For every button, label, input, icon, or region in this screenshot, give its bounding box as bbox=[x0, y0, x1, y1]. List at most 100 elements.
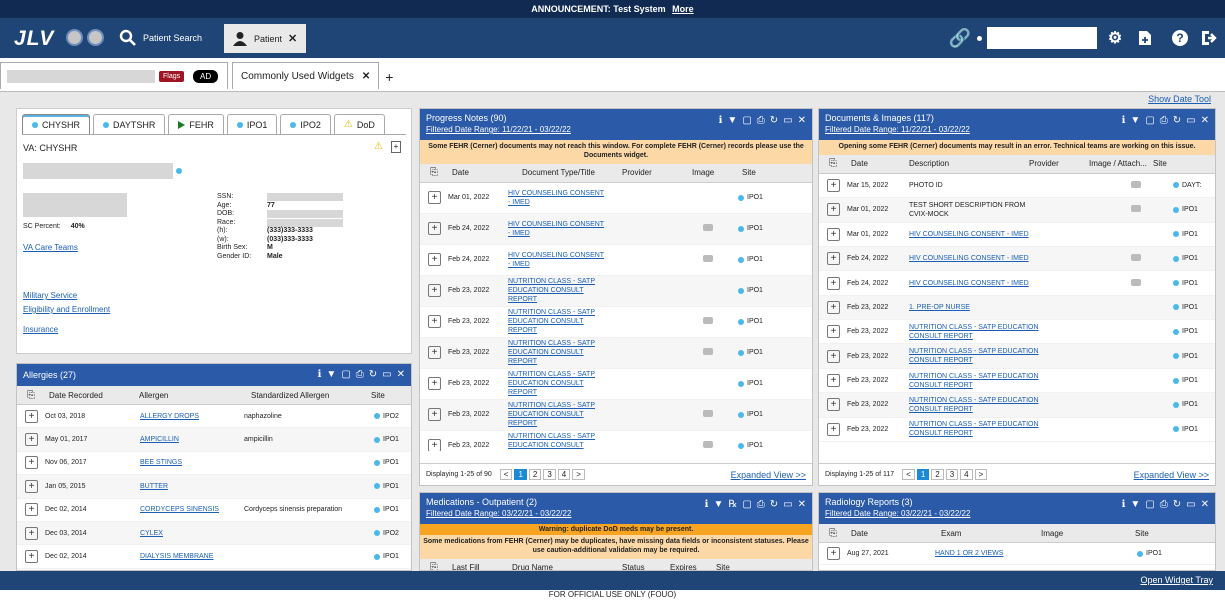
allergen-link[interactable]: DIALYSIS MEMBRANE bbox=[140, 553, 244, 560]
column-header[interactable]: Site bbox=[1131, 529, 1181, 538]
document-add-icon[interactable]: + bbox=[25, 479, 38, 493]
document-title-link[interactable]: HIV COUNSELING CONSENT - IMED bbox=[508, 251, 608, 269]
page-button[interactable]: 3 bbox=[945, 469, 959, 480]
tab-site-fehr[interactable]: FEHR bbox=[168, 114, 224, 134]
column-header[interactable]: Image bbox=[688, 168, 738, 177]
refresh-icon[interactable]: ↻ bbox=[369, 369, 377, 380]
document-title-link[interactable]: NUTRITION CLASS - SATP EDUCATION CONSULT… bbox=[508, 432, 608, 451]
filter-icon[interactable]: ▼ bbox=[1130, 499, 1140, 510]
copy-icon[interactable]: ▢ bbox=[341, 369, 350, 380]
document-add-icon[interactable]: + bbox=[827, 276, 840, 290]
column-header[interactable]: Image / Attach... bbox=[1085, 159, 1149, 168]
allergen-link[interactable]: BEE STINGS bbox=[140, 459, 244, 466]
document-add-icon[interactable]: + bbox=[25, 550, 38, 564]
medications-filter-link[interactable]: Filtered Date Range: 03/22/21 - 03/22/22 bbox=[426, 509, 806, 518]
announcement-more-link[interactable]: More bbox=[672, 4, 694, 14]
document-title-link[interactable]: NUTRITION CLASS - SATP EDUCATION CONSULT… bbox=[508, 370, 608, 397]
prev-page-button[interactable]: < bbox=[902, 469, 915, 480]
progress-notes-filter-link[interactable]: Filtered Date Range: 11/22/21 - 03/22/22 bbox=[426, 125, 806, 134]
document-add-icon[interactable]: + bbox=[827, 203, 840, 217]
column-select-icon[interactable]: ⎘ bbox=[420, 167, 448, 178]
page-button[interactable]: 2 bbox=[931, 469, 944, 480]
column-select-icon[interactable]: ⎘ bbox=[819, 528, 847, 539]
patient-link[interactable]: Eligibility and Enrollment bbox=[23, 305, 110, 314]
document-add-icon[interactable]: + bbox=[428, 284, 441, 297]
camera-icon[interactable] bbox=[1131, 205, 1141, 213]
document-add-icon[interactable]: + bbox=[827, 252, 840, 266]
column-header[interactable]: Exam bbox=[937, 529, 1037, 538]
patient-record-tab[interactable]: Flags AD bbox=[0, 62, 228, 89]
column-header[interactable]: Date bbox=[448, 168, 518, 177]
close-icon[interactable]: ✕ bbox=[1201, 115, 1209, 126]
page-button[interactable]: 1 bbox=[514, 469, 527, 480]
close-icon[interactable]: ✕ bbox=[397, 369, 405, 380]
info-icon[interactable]: ℹ bbox=[318, 369, 322, 380]
column-header[interactable]: Site bbox=[712, 563, 752, 570]
column-header[interactable]: Expires bbox=[666, 563, 712, 570]
patient-link[interactable]: Insurance bbox=[23, 325, 58, 334]
document-add-icon[interactable]: + bbox=[428, 377, 441, 390]
column-header[interactable]: Date bbox=[847, 529, 937, 538]
page-button[interactable]: 1 bbox=[916, 469, 930, 480]
close-icon[interactable]: ✕ bbox=[1201, 499, 1209, 510]
page-button[interactable]: 3 bbox=[543, 469, 556, 480]
column-header[interactable]: Description bbox=[905, 159, 1025, 168]
tab-site-daytshr[interactable]: DAYTSHR bbox=[93, 114, 166, 134]
description-cell[interactable]: NUTRITION CLASS - SATP EDUCATION CONSULT… bbox=[909, 396, 1041, 414]
document-add-icon[interactable]: + bbox=[25, 456, 38, 470]
document-title-link[interactable]: NUTRITION CLASS - SATP EDUCATION CONSULT… bbox=[508, 277, 608, 304]
camera-icon[interactable] bbox=[703, 441, 713, 448]
description-cell[interactable]: 1. PRE-OP NURSE bbox=[909, 303, 1041, 312]
column-header[interactable]: Provider bbox=[1025, 159, 1085, 168]
camera-icon[interactable] bbox=[703, 348, 713, 355]
description-cell[interactable]: NUTRITION CLASS - SATP EDUCATION CONSULT… bbox=[909, 323, 1041, 341]
patient-link[interactable]: Military Service bbox=[23, 291, 77, 300]
next-page-button[interactable]: > bbox=[572, 469, 585, 480]
document-add-icon[interactable]: + bbox=[25, 526, 38, 540]
copy-icon[interactable]: ▢ bbox=[742, 115, 751, 126]
print-icon[interactable]: ⎙ bbox=[757, 115, 765, 126]
column-header[interactable]: Provider bbox=[618, 168, 688, 177]
document-add-icon[interactable]: + bbox=[827, 227, 840, 241]
document-title-link[interactable]: NUTRITION CLASS - SATP EDUCATION CONSULT… bbox=[508, 401, 608, 428]
tab-site-chyshr[interactable]: CHYSHR bbox=[22, 114, 91, 134]
refresh-icon[interactable]: ↻ bbox=[1173, 115, 1181, 126]
tab-site-ipo2[interactable]: IPO2 bbox=[280, 114, 331, 134]
document-add-icon[interactable]: + bbox=[428, 315, 441, 328]
description-cell[interactable]: HIV COUNSELING CONSENT - IMED bbox=[909, 254, 1041, 263]
column-header[interactable]: Date Recorded bbox=[45, 391, 135, 400]
maximize-icon[interactable]: ▭ bbox=[1186, 499, 1195, 510]
info-icon[interactable]: ℹ bbox=[719, 115, 723, 126]
document-add-icon[interactable]: + bbox=[428, 222, 441, 235]
refresh-icon[interactable]: ↻ bbox=[770, 499, 778, 510]
help-icon[interactable]: ? bbox=[1170, 28, 1190, 48]
link-icon[interactable]: 🔗 bbox=[949, 28, 971, 48]
camera-icon[interactable] bbox=[703, 255, 713, 262]
document-add-icon[interactable]: + bbox=[428, 191, 441, 204]
filter-icon[interactable]: ▼ bbox=[326, 369, 336, 380]
column-header[interactable]: Site bbox=[738, 168, 798, 177]
column-select-icon[interactable]: ⎘ bbox=[819, 158, 847, 169]
allergen-link[interactable]: ALLERGY DROPS bbox=[140, 413, 244, 420]
add-tab-icon[interactable]: + bbox=[385, 65, 393, 89]
document-add-icon[interactable]: + bbox=[428, 253, 441, 266]
document-title-link[interactable]: HIV COUNSELING CONSENT - IMED bbox=[508, 220, 608, 238]
column-header[interactable]: Status bbox=[618, 563, 666, 570]
filter-icon[interactable]: ▼ bbox=[1130, 115, 1140, 126]
info-icon[interactable]: ℹ bbox=[1122, 499, 1126, 510]
document-add-icon[interactable]: + bbox=[25, 433, 38, 447]
column-header[interactable]: Drug Name bbox=[508, 563, 618, 570]
maximize-icon[interactable]: ▭ bbox=[382, 369, 391, 380]
tab-site-ipo1[interactable]: IPO1 bbox=[226, 114, 278, 134]
document-add-icon[interactable] bbox=[1135, 28, 1155, 48]
document-add-icon[interactable]: + bbox=[428, 346, 441, 359]
maximize-icon[interactable]: ▭ bbox=[1186, 115, 1195, 126]
prev-page-button[interactable]: < bbox=[499, 469, 513, 480]
column-select-icon[interactable]: ⎘ bbox=[420, 562, 448, 570]
info-icon[interactable]: ℹ bbox=[1122, 115, 1126, 126]
filter-icon[interactable]: ▼ bbox=[713, 499, 723, 510]
refresh-icon[interactable]: ↻ bbox=[770, 115, 778, 126]
patient-search-button[interactable]: Patient Search bbox=[119, 26, 202, 50]
show-date-tool-link[interactable]: Show Date Tool bbox=[1148, 94, 1211, 104]
column-header[interactable]: Date bbox=[847, 159, 905, 168]
